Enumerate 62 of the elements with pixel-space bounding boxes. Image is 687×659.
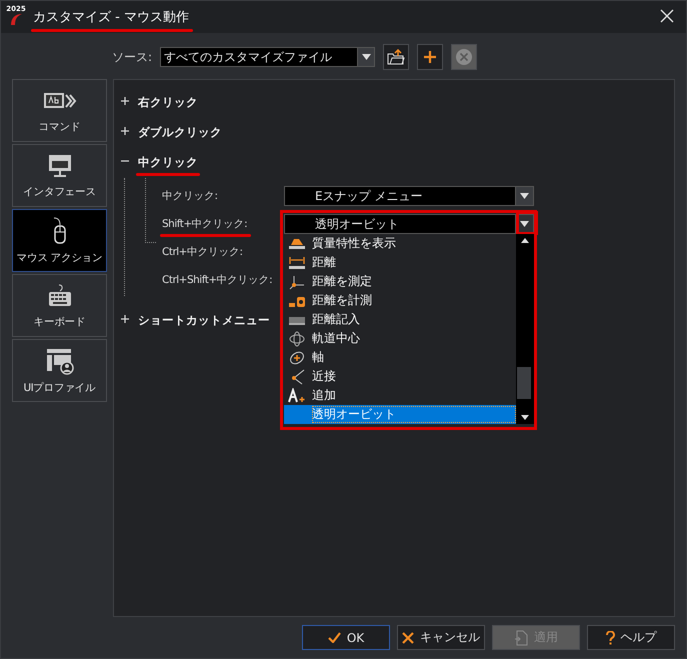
tree-connector-line: [145, 178, 156, 243]
axis-measure-icon: [288, 274, 306, 290]
open-button[interactable]: [383, 44, 410, 70]
keyboard-icon: [46, 282, 72, 308]
close-button[interactable]: [660, 9, 676, 25]
source-dropdown[interactable]: すべてのカスタマイズファイル: [160, 47, 376, 67]
add-text-icon: [288, 388, 306, 404]
source-label: ソース:: [112, 48, 152, 66]
caret-icon: [520, 193, 529, 199]
caret-icon: [362, 54, 371, 60]
scrollbar-thumb[interactable]: [517, 367, 531, 399]
close-icon: [402, 632, 414, 644]
sidebar-item[interactable]: インタフェース: [12, 144, 107, 207]
list-option[interactable]: 軸: [284, 348, 516, 367]
plus-icon: [424, 51, 436, 63]
scroll-down-icon[interactable]: [521, 415, 529, 420]
expand-icon[interactable]: [120, 314, 130, 324]
scrollbar[interactable]: [516, 234, 534, 424]
remove-icon: [455, 48, 474, 66]
list-option[interactable]: 軌道中心: [284, 329, 516, 348]
sidebar-item[interactable]: コマンド: [12, 79, 107, 142]
sidebar-item[interactable]: マウス アクション: [12, 209, 107, 272]
list-option[interactable]: 透明オービット: [284, 405, 516, 424]
caret-icon: [520, 221, 529, 227]
app-logo-icon: [9, 13, 23, 25]
list-option[interactable]: 距離: [284, 253, 516, 272]
list-option[interactable]: 追加: [284, 386, 516, 405]
orbit-icon: [288, 330, 306, 346]
ok-button[interactable]: OK: [302, 625, 390, 650]
sidebar-item[interactable]: キーボード: [12, 274, 107, 337]
add-button[interactable]: [417, 44, 444, 70]
expand-icon[interactable]: [120, 96, 130, 106]
action-dropdown[interactable]: Eスナップ メニュー: [284, 186, 534, 206]
profile-window-icon: [44, 346, 74, 374]
setting-label: Shift+中クリック:: [162, 217, 248, 231]
setting-label: Ctrl+Shift+中クリック:: [162, 273, 272, 287]
tree-item[interactable]: ダブルクリック: [138, 120, 222, 146]
sidebar-item[interactable]: UIプロファイル: [12, 339, 107, 402]
list-option[interactable]: 距離を測定: [284, 272, 516, 291]
tree-item[interactable]: ショートカットメニュー: [138, 308, 270, 334]
document-icon: [514, 630, 528, 646]
check-icon: [328, 632, 341, 643]
cancel-button[interactable]: キャンセル: [397, 625, 485, 650]
distance-icon: [288, 254, 306, 270]
help-button[interactable]: ヘルプ: [587, 625, 675, 650]
scroll-up-icon[interactable]: [521, 238, 529, 243]
tree-item[interactable]: 中クリック: [138, 150, 198, 176]
list-option[interactable]: 距離を計測: [284, 291, 516, 310]
tree-item[interactable]: 右クリック: [138, 90, 198, 116]
list-option[interactable]: 質量特性を表示: [284, 234, 516, 253]
folder-upload-icon: [387, 49, 406, 65]
help-icon: [606, 630, 614, 644]
setting-label: 中クリック:: [162, 189, 218, 203]
setting-label: Ctrl+中クリック:: [162, 245, 243, 259]
axis-icon: [288, 350, 306, 366]
expand-icon[interactable]: [120, 126, 130, 136]
action-dropdown[interactable]: 透明オービット: [284, 214, 534, 234]
window-title: カスタマイズ - マウス動作: [33, 8, 189, 26]
monitor-icon: [46, 152, 72, 178]
list-option[interactable]: 近接: [284, 367, 516, 386]
list-option[interactable]: 距離記入: [284, 310, 516, 329]
emphasis-underline: [136, 172, 200, 176]
